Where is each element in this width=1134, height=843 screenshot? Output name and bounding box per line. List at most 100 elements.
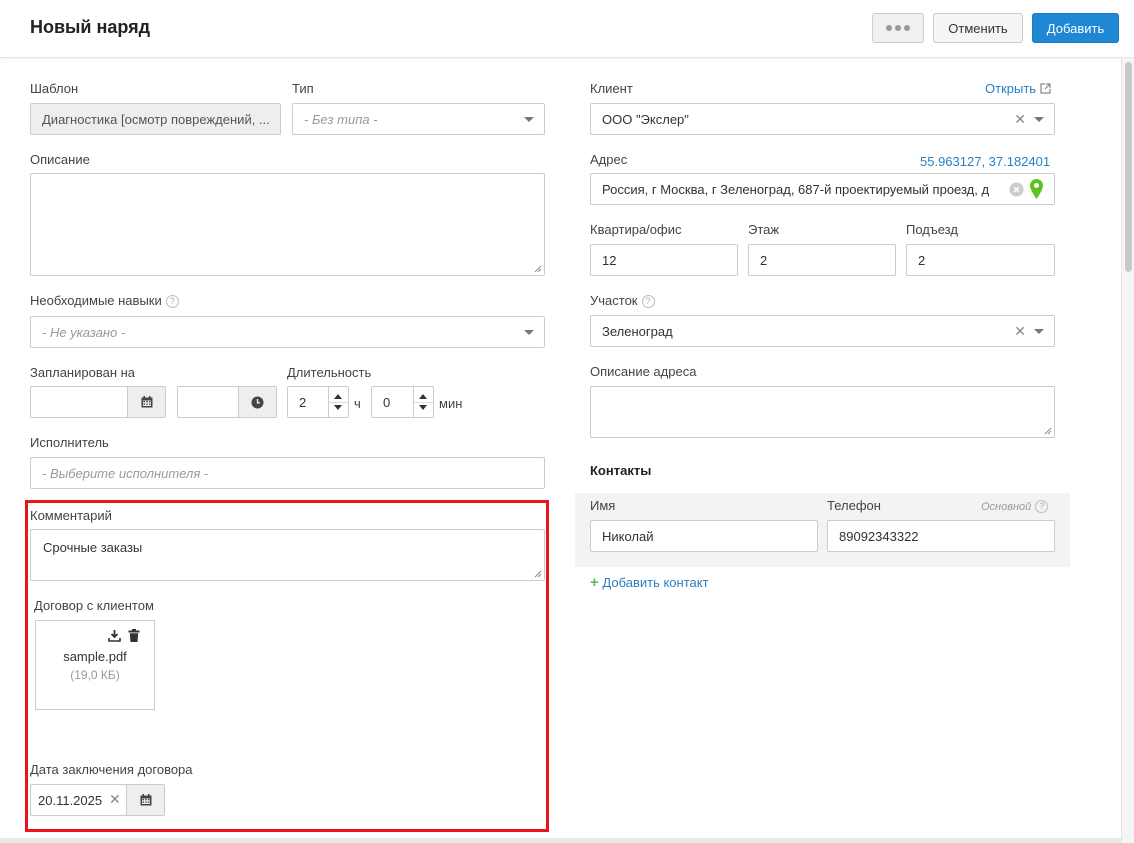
executor-label: Исполнитель [30,435,109,450]
scrollbar-thumb[interactable] [1125,62,1132,272]
primary-label: Основной? [981,500,1049,513]
primary-label-text: Основной [981,501,1032,513]
hours-stepper[interactable] [328,387,348,417]
page-header: Новый наряд Отменить Добавить [0,0,1134,58]
clear-icon[interactable]: ✕ [1014,111,1026,128]
dot-icon [904,25,910,31]
type-label: Тип [292,81,314,96]
apartment-value: 12 [602,252,617,268]
contact-phone-input[interactable]: 89092343322 [827,520,1055,552]
minutes-stepper[interactable] [413,387,433,417]
entrance-input[interactable]: 2 [906,244,1055,276]
entrance-label: Подъезд [906,222,958,237]
bottom-divider [0,838,1121,843]
chevron-up-icon[interactable] [334,394,342,399]
executor-placeholder: - Выберите исполнителя - [42,465,209,481]
clock-icon [251,396,264,408]
scrollbar[interactable] [1121,58,1134,843]
apartment-input[interactable]: 12 [590,244,738,276]
contract-date-input[interactable]: 20.11.2025 ✕ [30,784,165,816]
client-value: ООО "Экслер" [602,111,689,127]
comment-input[interactable]: Срочные заказы [30,529,545,581]
help-icon[interactable]: ? [1035,500,1049,513]
address-desc-input[interactable] [590,386,1055,438]
executor-select[interactable]: - Выберите исполнителя - [30,457,545,489]
type-placeholder: - Без типа - [304,111,378,127]
chevron-up-icon[interactable] [419,394,427,399]
chevron-down-icon [524,330,534,335]
skills-placeholder: - Не указано - [42,324,126,340]
add-contact-link[interactable]: + Добавить контакт [590,574,709,591]
skills-label: Необходимые навыки? [30,293,179,308]
open-client-link[interactable]: Открыть [985,81,1051,96]
contract-date-label: Дата заключения договора [30,762,193,777]
page-title: Новый наряд [30,17,151,37]
resize-handle-icon[interactable] [534,570,542,578]
address-input[interactable]: Россия, г Москва, г Зеленоград, 687-й пр… [590,173,1055,205]
apartment-label: Квартира/офис [590,222,682,237]
contract-label: Договор с клиентом [34,598,154,613]
duration-hours-input[interactable]: 2 [287,386,349,418]
resize-handle-icon[interactable] [1044,427,1052,435]
contact-name-input[interactable]: Николай [590,520,818,552]
file-name[interactable]: sample.pdf [36,649,154,664]
chevron-down-icon[interactable] [419,405,427,410]
floor-value: 2 [760,252,768,268]
comment-label: Комментарий [30,508,112,523]
template-label: Шаблон [30,81,79,96]
client-select[interactable]: ООО "Экслер" ✕ [590,103,1055,135]
coords-link[interactable]: 55.963127, 37.182401 [920,154,1050,169]
help-icon[interactable]: ? [165,295,179,308]
address-desc-label: Описание адреса [590,364,697,379]
district-select[interactable]: Зеленоград ✕ [590,315,1055,347]
plus-icon: + [590,574,599,591]
trash-icon[interactable] [128,629,140,642]
external-link-icon [1040,83,1051,94]
minutes-unit: мин [439,396,463,411]
planned-date-input[interactable] [30,386,166,418]
time-button[interactable] [238,387,276,417]
calendar-button[interactable] [126,785,164,815]
duration-minutes-value: 0 [383,394,391,410]
download-icon[interactable] [108,629,121,642]
entrance-value: 2 [918,252,926,268]
file-size: (19,0 КБ) [70,668,120,682]
add-contact-text: Добавить контакт [602,575,709,590]
calendar-button[interactable] [127,387,165,417]
chevron-down-icon [524,117,534,122]
contact-name-label: Имя [590,498,616,513]
clear-circle-icon[interactable] [1009,182,1024,197]
description-input[interactable] [30,173,545,276]
planned-label: Запланирован на [30,365,136,380]
district-label-text: Участок [590,293,638,308]
help-icon[interactable]: ? [641,295,655,308]
floor-input[interactable]: 2 [748,244,896,276]
chevron-down-icon[interactable] [334,405,342,410]
map-pin-icon[interactable] [1030,179,1043,199]
calendar-icon [141,396,152,408]
template-field[interactable]: Диагностика [осмотр повреждений, ... [30,103,281,135]
clear-icon[interactable]: ✕ [1014,323,1026,340]
district-label: Участок? [590,293,655,308]
address-label: Адрес [590,152,628,167]
skills-select[interactable]: - Не указано - [30,316,545,348]
add-button[interactable]: Добавить [1032,13,1119,43]
contacts-title: Контакты [590,463,652,478]
clear-icon[interactable]: ✕ [109,791,121,808]
cancel-button[interactable]: Отменить [933,13,1023,43]
description-label: Описание [30,152,90,167]
chevron-down-icon [1034,329,1044,334]
resize-handle-icon[interactable] [534,265,542,273]
dot-icon [895,25,901,31]
planned-time-input[interactable] [177,386,277,418]
type-select[interactable]: - Без типа - [292,103,545,135]
client-label: Клиент [590,81,633,96]
contract-date-value: 20.11.2025 [38,792,103,808]
contact-name-value: Николай [602,528,654,544]
duration-minutes-input[interactable]: 0 [371,386,434,418]
more-button[interactable] [872,13,924,43]
file-card[interactable]: sample.pdf (19,0 КБ) [35,620,155,710]
district-value: Зеленоград [602,323,673,339]
address-value: Россия, г Москва, г Зеленоград, 687-й пр… [602,181,990,197]
open-link-text: Открыть [985,81,1037,96]
